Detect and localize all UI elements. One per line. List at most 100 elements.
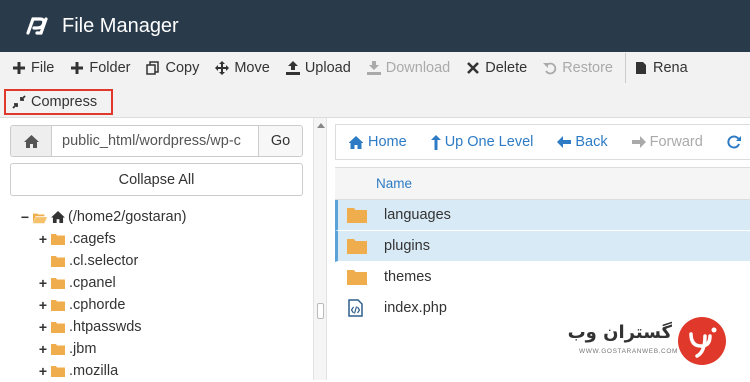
file-row-themes[interactable]: themes (335, 262, 750, 293)
expand-toggle-icon[interactable]: + (38, 341, 48, 357)
folder-icon (51, 233, 65, 245)
compress-label: Compress (31, 94, 98, 110)
tree-item-htpasswds[interactable]: + .htpasswds (38, 316, 142, 338)
tree-item-cl-selector[interactable]: .cl.selector (38, 250, 138, 272)
forward-button[interactable]: Forward (620, 134, 715, 150)
move-label: Move (234, 60, 270, 76)
home-icon (51, 211, 65, 223)
tree-item-home[interactable]: − (/home2/gostaran) (20, 206, 187, 228)
expand-toggle-icon[interactable]: + (38, 275, 48, 291)
folder-icon (51, 277, 65, 289)
go-button[interactable]: Go (258, 126, 302, 156)
gostaranweb-logo-icon (678, 317, 726, 365)
navigation-bar: Home Up One Level Back Forward (335, 124, 750, 160)
tree-item-jbm[interactable]: + .jbm (38, 338, 97, 360)
watermark-url: WWW.GOSTARANWEB.COM (579, 348, 679, 355)
tree-item-cagefs[interactable]: + .cagefs (38, 228, 116, 250)
copy-button[interactable]: Copy (138, 54, 207, 82)
tree-item-label: .htpasswds (69, 319, 142, 335)
download-button[interactable]: Download (359, 54, 459, 82)
folder-icon (347, 208, 367, 223)
folder-open-icon (33, 212, 47, 223)
compress-icon (12, 95, 26, 109)
new-file-button[interactable]: File (4, 54, 62, 82)
download-icon (366, 61, 381, 75)
expand-toggle-icon[interactable]: + (38, 231, 48, 247)
file-row-plugins[interactable]: plugins (335, 231, 750, 262)
expand-toggle-icon[interactable]: + (38, 363, 48, 379)
pane-splitter[interactable] (313, 118, 327, 380)
new-folder-label: Folder (89, 60, 131, 76)
delete-button[interactable]: Delete (458, 54, 535, 82)
folder-icon (51, 321, 65, 333)
refresh-icon (727, 135, 741, 149)
tree-item-label: .cpanel (69, 275, 116, 291)
cpanel-logo-icon[interactable] (24, 15, 52, 37)
tree-item-mozilla[interactable]: + .mozilla (38, 360, 118, 382)
watermark-logo: گستران وب WWW.GOSTARANWEB.COM (568, 316, 750, 368)
arrow-left-icon (557, 136, 572, 148)
splitter-handle[interactable] (317, 303, 324, 319)
back-button[interactable]: Back (545, 134, 619, 150)
tree-item-label: .jbm (69, 341, 97, 357)
tree-item-cphorde[interactable]: + .cphorde (38, 294, 126, 316)
tree-item-label: .mozilla (69, 363, 119, 379)
times-icon (466, 61, 480, 75)
rename-icon (634, 61, 648, 75)
home-directory-button[interactable] (11, 126, 52, 156)
expand-toggle-icon[interactable]: + (38, 297, 48, 313)
restore-button[interactable]: Restore (535, 54, 621, 82)
watermark-text: گستران وب (567, 322, 672, 343)
copy-icon (146, 61, 160, 75)
directory-tree-pane: Go Collapse All − (/home2/gostaran) + .c… (0, 118, 313, 380)
upload-button[interactable]: Upload (278, 54, 359, 82)
scroll-up-arrow-icon[interactable] (317, 123, 325, 128)
tree-item-label: .cl.selector (69, 253, 139, 269)
delete-label: Delete (485, 60, 528, 76)
folder-icon (347, 239, 367, 254)
path-navigator: Go (10, 125, 303, 157)
tree-item-cpanel[interactable]: + .cpanel (38, 272, 116, 294)
collapse-toggle-icon[interactable]: − (20, 209, 30, 225)
rename-button[interactable]: Rena (634, 54, 696, 82)
file-name: index.php (384, 300, 447, 316)
file-name: themes (384, 269, 432, 285)
collapse-all-button[interactable]: Collapse All (10, 163, 303, 196)
move-button[interactable]: Move (207, 54, 277, 82)
app-title: File Manager (62, 14, 179, 37)
column-header-name[interactable]: Name (376, 176, 412, 191)
folder-icon (51, 299, 65, 311)
compress-button[interactable]: Compress (4, 89, 113, 115)
tree-item-label: (/home2/gostaran) (68, 209, 187, 225)
code-file-icon (348, 299, 363, 317)
copy-label: Copy (165, 60, 200, 76)
home-icon (348, 135, 364, 149)
rename-label: Rena (652, 60, 688, 76)
new-file-label: File (31, 60, 55, 76)
plus-icon (12, 61, 26, 75)
file-name: plugins (384, 238, 430, 254)
upload-icon (285, 61, 300, 75)
new-folder-button[interactable]: Folder (62, 54, 138, 82)
up-one-level-button[interactable]: Up One Level (419, 134, 546, 150)
folder-icon (347, 270, 367, 285)
reload-button[interactable] (715, 135, 745, 149)
folder-icon (51, 365, 65, 377)
arrow-up-icon (430, 134, 441, 150)
file-name: languages (384, 207, 451, 223)
restore-label: Restore (562, 60, 613, 76)
file-table-header: Name (335, 167, 750, 200)
app-header: File Manager (0, 0, 750, 52)
plus-icon (70, 61, 84, 75)
upload-label: Upload (304, 60, 351, 76)
forward-label: Forward (649, 134, 703, 150)
arrow-right-icon (631, 136, 646, 148)
file-row-languages[interactable]: languages (335, 200, 750, 231)
home-button[interactable]: Home (336, 134, 419, 150)
path-input[interactable] (52, 126, 258, 156)
expand-toggle-icon[interactable]: + (38, 319, 48, 335)
move-arrows-icon (215, 61, 230, 75)
undo-icon (543, 61, 557, 75)
folder-icon (51, 255, 65, 267)
home-label: Home (368, 134, 407, 150)
